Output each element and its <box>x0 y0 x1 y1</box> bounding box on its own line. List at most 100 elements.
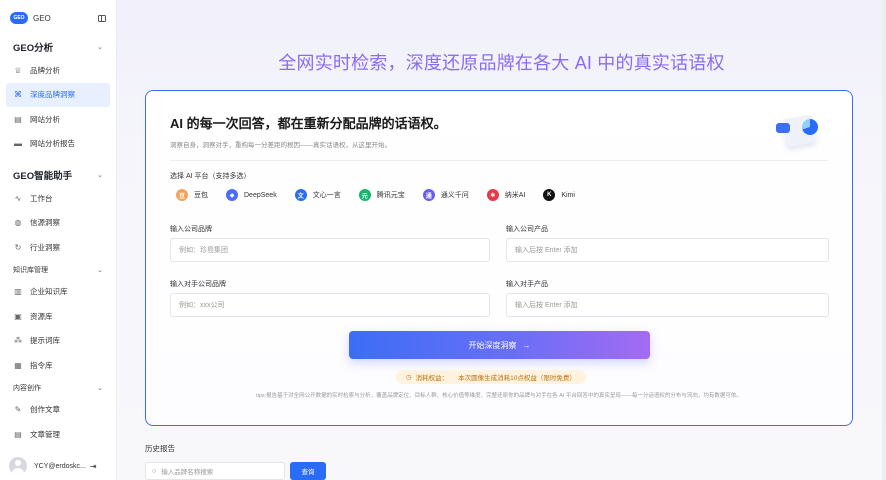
sidebar-item-label: 信源洞察 <box>30 218 60 228</box>
sidebar-item[interactable]: ∿ 工作台 <box>6 186 110 211</box>
competitor-product-label: 输入对手产品 <box>506 281 548 288</box>
sidebar-collapse-icon[interactable] <box>98 14 106 22</box>
sidebar-item[interactable]: ▤ 文章管理 <box>6 422 110 447</box>
platform-label: 选择 AI 平台（支持多选） <box>170 173 251 180</box>
platform-name: 腾讯元宝 <box>376 192 405 199</box>
main-content: 全网实时检索，深度还原品牌在各大 AI 中的真实话语权 AI 的每一次回答，都在… <box>117 0 886 480</box>
sidebar-item[interactable]: ⁂ 提示词库 <box>6 329 110 354</box>
competitor-product-input[interactable]: 输入后按 Enter 添加 <box>506 293 829 317</box>
sidebar-item-label: 文章管理 <box>30 429 60 439</box>
company-product-input[interactable]: 输入后按 Enter 添加 <box>506 238 829 262</box>
report-illustration-icon <box>774 109 824 151</box>
sidebar-item[interactable]: ↻ 行业洞察 <box>6 235 110 260</box>
company-product-label: 输入公司产品 <box>506 226 548 233</box>
start-insight-button[interactable]: 开始深度洞察 → <box>349 331 650 359</box>
nav-group-label: 知识库管理 <box>13 266 48 274</box>
magic-wand-icon: ⁂ <box>14 336 22 346</box>
sidebar-item-label: 品牌分析 <box>30 65 60 75</box>
platform-name: DeepSeek <box>244 191 277 199</box>
history-search-input[interactable]: ○ 输入品牌名称搜索 <box>145 462 285 480</box>
platform-name: 通义千问 <box>440 192 469 199</box>
sidebar-item-label: 提示词库 <box>30 336 60 346</box>
platform-option[interactable]: 文文心一言 <box>294 189 341 201</box>
yuanbao-icon: 元 <box>358 189 371 201</box>
start-insight-label: 开始深度洞察 <box>468 340 517 350</box>
chevron-down-icon: ⌄ <box>97 44 103 51</box>
chart-icon: ∿ <box>14 193 22 203</box>
platform-option[interactable]: 通通义千问 <box>422 189 469 201</box>
sidebar-item-label: 创作文章 <box>30 405 60 415</box>
sidebar-item-label: 资源库 <box>30 311 53 321</box>
company-brand-input[interactable]: 例如：珍島集团 <box>170 238 490 262</box>
competitor-brand-input[interactable]: 例如：xxx公司 <box>170 293 490 317</box>
globe-icon: ◍ <box>14 218 22 228</box>
tips-text: tips:报告基于对全网公开数据的实时检索与分析，覆盖品牌定位、目标人群、核心价… <box>256 393 742 399</box>
sidebar-item[interactable]: ▬ 网站分析报告 <box>6 132 110 157</box>
platform-name: Kimi <box>561 191 575 199</box>
history-title: 历史报告 <box>145 444 175 453</box>
sidebar: GEO GEO GEO分析 ⌄ ♕ 品牌分析 ⌘ 深度品牌洞察 ▤ 网站分析 ▬ 网站分析报告 GE… <box>0 0 117 480</box>
cost-label: 消耗权益： <box>415 375 449 382</box>
insight-icon: ⌘ <box>14 90 22 100</box>
platform-option[interactable]: ◆ DeepSeek <box>226 189 277 201</box>
sidebar-item-label: 行业洞察 <box>30 242 60 252</box>
nav-group-label: 内容创作 <box>13 384 41 392</box>
tongyi-icon: 通 <box>422 189 435 201</box>
sidebar-item[interactable]: ▤ 网站分析 <box>6 107 110 132</box>
sidebar-item[interactable]: ▥ 企业知识库 <box>6 280 110 305</box>
sidebar-item[interactable]: ◍ 信源洞察 <box>6 211 110 236</box>
user-panel[interactable]: YCY@erdoskc... ⇥ <box>0 452 116 480</box>
scrollbar[interactable] <box>882 0 886 480</box>
sidebar-item-label: 企业知识库 <box>30 287 68 297</box>
refresh-icon: ↻ <box>14 242 22 252</box>
nav-group-title[interactable]: GEO智能助手 ⌄ <box>0 164 116 186</box>
nav-group-label: GEO分析 <box>13 43 54 54</box>
platform-name: 文心一言 <box>312 192 341 199</box>
chevron-down-icon: ⌄ <box>97 384 103 392</box>
nami-icon: ✱ <box>486 189 499 201</box>
clock-icon: ◷ <box>406 374 412 381</box>
sidebar-item[interactable]: ⌘ 深度品牌洞察 <box>6 82 110 107</box>
platform-option[interactable]: K Kimi <box>543 189 575 201</box>
kimi-icon: K <box>543 189 556 201</box>
nav-group-title[interactable]: 内容创作 ⌄ <box>0 378 116 398</box>
search-icon: ○ <box>152 467 157 475</box>
company-brand-label: 输入公司品牌 <box>170 226 212 233</box>
sidebar-item[interactable]: ▣ 资源库 <box>6 304 110 329</box>
card-title: AI 的每一次回答，都在重新分配品牌的话语权。 <box>170 116 447 131</box>
platform-option[interactable]: 元腾讯元宝 <box>358 189 405 201</box>
crown-icon: ♕ <box>14 65 22 75</box>
wenxin-icon: 文 <box>294 189 307 201</box>
sidebar-item[interactable]: ▦ 指令库 <box>6 353 110 378</box>
card-subtitle: 洞察自身，洞察对手，重构每一分差距的根因——真实话语权，从这里开始。 <box>170 142 391 149</box>
box-icon: ▣ <box>14 311 22 321</box>
nav-group-label: GEO智能助手 <box>13 171 73 182</box>
sidebar-item-label: 工作台 <box>30 193 53 203</box>
divider <box>170 160 828 161</box>
sidebar-item-label: 深度品牌洞察 <box>30 90 75 100</box>
sidebar-item[interactable]: ♕ 品牌分析 <box>6 58 110 83</box>
sidebar-nav: GEO分析 ⌄ ♕ 品牌分析 ⌘ 深度品牌洞察 ▤ 网站分析 ▬ 网站分析报告 GEO智能助手 ⌄ ∿ 工… <box>0 36 116 447</box>
sidebar-item-label: 网站分析 <box>30 114 60 124</box>
platform-name: 豆包 <box>194 192 208 199</box>
platform-option[interactable]: ✱ 纳米AI <box>486 189 525 201</box>
nav-group-title[interactable]: 知识库管理 ⌄ <box>0 260 116 280</box>
query-button[interactable]: 查询 <box>290 462 326 480</box>
arrow-right-icon: → <box>522 340 531 350</box>
document-icon: ▤ <box>14 114 22 124</box>
avatar[interactable] <box>9 457 27 475</box>
logout-icon[interactable]: ⇥ <box>90 462 97 471</box>
chevron-down-icon: ⌄ <box>97 266 103 274</box>
nav-group-title[interactable]: GEO分析 ⌄ <box>0 36 116 58</box>
history-search-placeholder: 输入品牌名称搜索 <box>161 469 214 476</box>
sidebar-item-label: 网站分析报告 <box>30 139 75 149</box>
card-header: AI 的每一次回答，都在重新分配品牌的话语权。 洞察自身，洞察对手，重构每一分差… <box>170 113 447 149</box>
platform-option[interactable]: 豆豆包 <box>176 189 208 201</box>
competitor-brand-label: 输入对手公司品牌 <box>170 281 226 288</box>
platform-list: 豆豆包 ◆ DeepSeek 文文心一言 元腾讯元宝 通通义千问 ✱ 纳米AI K Kimi <box>176 189 593 201</box>
cost-value: 本次圆像生成消耗10点权益（限时免费） <box>458 375 576 382</box>
file-icon: ▤ <box>14 429 22 439</box>
sidebar-item[interactable]: ✎ 创作文章 <box>6 398 110 423</box>
sidebar-item-label: 指令库 <box>30 360 53 370</box>
user-name: YCY@erdoskc... <box>34 462 86 470</box>
